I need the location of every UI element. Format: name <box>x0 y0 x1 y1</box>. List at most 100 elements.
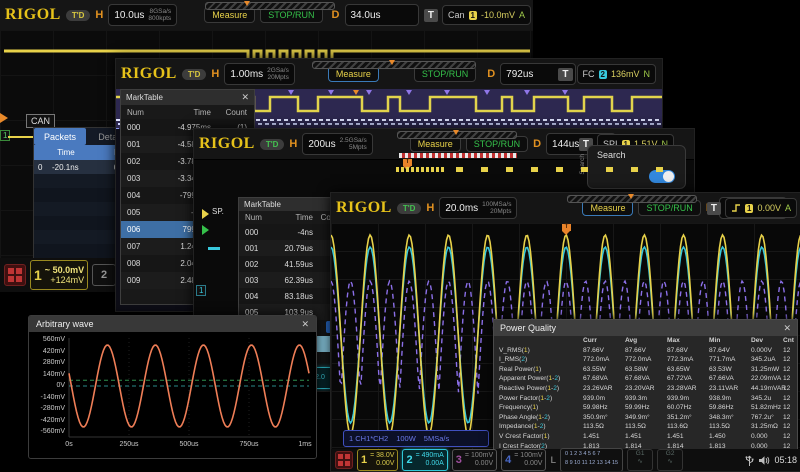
pq-label: Frequency(1) <box>494 403 583 413</box>
pq-label: V_RMS(1) <box>494 346 583 356</box>
math-channel-label[interactable]: 1 CH1*CH2 100W 5MSa/s <box>343 430 489 447</box>
memory-trigger-caret <box>628 194 634 199</box>
power-quality-rows: V_RMS(1)87.66V87.66V87.68V87.64V0.000V12… <box>494 346 797 452</box>
logic-channels-badge[interactable]: 0 1 2 3 4 5 6 7 8 9 10 11 12 13 14 15 <box>560 448 623 472</box>
sample-rate: 2GSa/s 20Mpts <box>267 67 289 82</box>
channel2-badge[interactable]: 2 = 490mA 0.00A <box>402 449 447 471</box>
pq-value: 87.68V <box>667 346 709 356</box>
trigger-mode: N <box>644 69 651 79</box>
scope-window-power: RIGOL T'D H 20.0ms 100MSa/s 20Mpts Measu… <box>330 192 800 472</box>
menu-grid-button[interactable] <box>4 264 26 286</box>
pq-value: 63.65W <box>667 365 709 375</box>
logic-tag[interactable]: 1 <box>196 285 206 296</box>
channel-green-arrow-icon[interactable] <box>202 225 209 235</box>
menu-grid-button[interactable] <box>335 451 353 469</box>
power-quality-title: Power Quality <box>500 323 556 333</box>
memory-trigger-caret <box>389 60 395 65</box>
channel-cyan-marker[interactable] <box>208 247 220 250</box>
delay-block[interactable]: 34.0us <box>345 4 419 26</box>
pq-value: 87.64V <box>709 346 751 356</box>
pq-row[interactable]: Apparent Power(1-2)67.68VA67.68VA67.72VA… <box>494 374 797 384</box>
timebase-block[interactable]: 10.0us 8GSa/s 800kpts <box>108 4 177 26</box>
trigger-channel-chip: 1 <box>745 204 753 213</box>
channel1-number: 1 <box>361 454 367 466</box>
trigd-status-badge: T'D <box>66 10 91 21</box>
trigger-channel-chip: 2 <box>599 70 607 79</box>
memory-trigger-caret <box>453 130 459 135</box>
trigger-key: T <box>558 68 572 81</box>
waveform-memory-bar[interactable] <box>567 195 697 203</box>
trigger-block[interactable]: T 1 0.00V A <box>707 198 797 218</box>
pq-value: 12 <box>783 432 795 442</box>
trigger-position-marker[interactable]: T <box>562 224 571 231</box>
channel1-badge[interactable]: 1 = 38.0V 0.00V <box>357 449 398 471</box>
channel3-badge[interactable]: 3 = 100mV 0.00V <box>452 449 497 471</box>
marktable-title: MarkTable <box>244 200 281 209</box>
trigger-block[interactable]: T FC 2 136mV N <box>558 64 656 84</box>
pq-row[interactable]: Phase Angle(1-2)350.9m°349.9m°351.2m°348… <box>494 413 797 423</box>
pq-value: 23.20VAR <box>625 384 667 394</box>
channel4-badge[interactable]: 4 = 100mV 0.00V <box>501 449 546 471</box>
timebase-value: 10.0us <box>114 10 144 21</box>
pq-row[interactable]: V_RMS(1)87.66V87.66V87.68V87.64V0.000V12 <box>494 346 797 356</box>
waveform-memory-bar[interactable] <box>397 131 517 139</box>
coupling-icon: ~ <box>45 265 50 275</box>
pq-label: Power Factor(1-2) <box>494 394 583 404</box>
mark-num: 002 <box>239 260 267 269</box>
pq-row[interactable]: Frequency(1)59.98Hz59.99Hz60.07Hz59.86Hz… <box>494 403 797 413</box>
logic-label: L <box>550 455 556 465</box>
timebase-block[interactable]: 200us 2.5GSa/s 5Mpts <box>302 133 372 155</box>
sample-rate: 2.5GSa/s 5Mpts <box>340 137 367 152</box>
pq-row[interactable]: Impedance(1-2)113.5Ω113.5Ω113.6Ω113.5Ω31… <box>494 422 797 432</box>
pq-row[interactable]: Reactive Power(1-2)23.26VAR23.20VAR23.28… <box>494 384 797 394</box>
pq-row[interactable]: I_RMS(2)772.0mA772.0mA772.3mA771.7mA345.… <box>494 355 797 365</box>
pq-value: 1.450 <box>709 432 751 442</box>
mark-num: 000 <box>239 228 267 237</box>
rate-line1: 8GSa/s <box>150 8 172 15</box>
channel2-badge[interactable]: 2 <box>92 264 116 286</box>
pq-label: Apparent Power(1-2) <box>494 374 583 384</box>
pq-value: 23.11VAR <box>709 384 751 394</box>
pq-value: 59.86Hz <box>709 403 751 413</box>
pq-row[interactable]: V Crest Factor(1)1.4511.4511.4511.4500.0… <box>494 432 797 442</box>
bus-label[interactable]: CAN <box>26 114 55 128</box>
bus-label[interactable]: SP. <box>212 207 224 216</box>
mark-time: 62.39us <box>267 276 313 285</box>
close-icon[interactable]: ✕ <box>241 92 249 103</box>
timebase-value: 20.0ms <box>445 203 478 214</box>
waveform-memory-bar[interactable] <box>205 2 335 10</box>
close-icon[interactable]: ✕ <box>783 323 791 334</box>
close-icon[interactable]: ✕ <box>301 319 309 330</box>
gen1-button[interactable]: G1 ∿ <box>627 449 653 471</box>
tab-packets[interactable]: Packets <box>34 128 86 145</box>
pq-value: 63.58W <box>625 365 667 375</box>
timebase-block[interactable]: 1.00ms 2GSa/s 20Mpts <box>224 63 294 85</box>
packet-index: 0 <box>34 163 52 172</box>
waveform-memory-bar[interactable] <box>312 61 476 69</box>
pq-row[interactable]: Power Factor(1-2)939.0m939.3m939.9m938.9… <box>494 394 797 404</box>
gen2-button[interactable]: G2 ∿ <box>657 449 683 471</box>
arb-titlebar[interactable]: Arbitrary wave ✕ <box>29 316 316 332</box>
timebase-block[interactable]: 20.0ms 100MSa/s 20Mpts <box>439 197 517 219</box>
pq-value: 87.66V <box>625 346 667 356</box>
marktable-titlebar[interactable]: MarkTable ✕ <box>121 90 254 105</box>
pq-value: 67.66VA <box>709 374 751 384</box>
trigger-key: T <box>424 9 438 22</box>
mark-num: 002 <box>121 157 153 166</box>
col-num: Num <box>121 108 153 117</box>
power-quality-titlebar[interactable]: Power Quality ✕ <box>494 320 797 336</box>
delay-value: 34.0us <box>351 10 381 21</box>
channel1-level-arrow-icon[interactable] <box>202 209 209 219</box>
mark-caret <box>524 90 530 95</box>
mark-caret <box>406 90 412 95</box>
sine-wave-icon: ∿ <box>637 458 642 465</box>
channel2-number: 2 <box>406 454 412 466</box>
trigger-block[interactable]: T Can 1 -10.0mV A <box>424 5 531 25</box>
channel1-badge[interactable]: 1 ~ 50.0mV +124mV <box>30 260 88 290</box>
col-num: Num <box>239 213 267 222</box>
pq-row[interactable]: Real Power(1)63.55W63.58W63.65W63.53W31.… <box>494 365 797 375</box>
sound-icon[interactable] <box>758 455 770 466</box>
delay-key: D <box>332 9 340 21</box>
trigger-level-arrow-icon[interactable] <box>0 113 8 123</box>
delay-value: 144us <box>552 139 579 150</box>
